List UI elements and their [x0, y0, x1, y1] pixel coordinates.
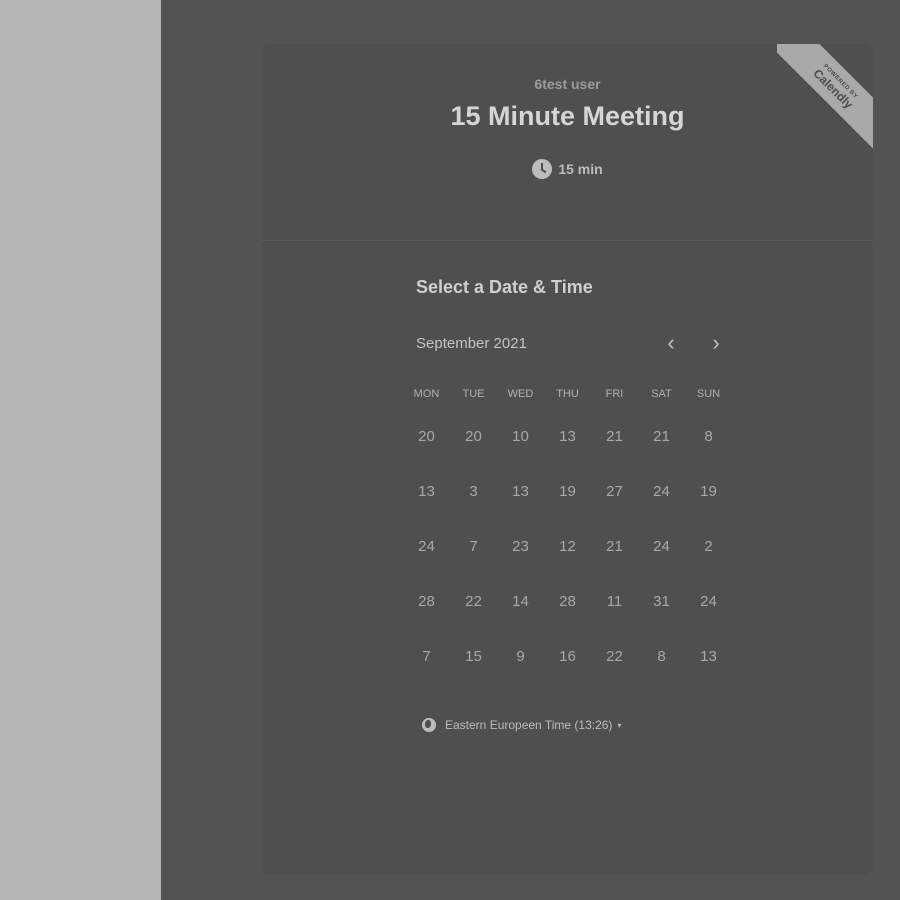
calendar-day[interactable]: 16 — [544, 636, 591, 676]
chevron-left-icon: ‹ — [667, 330, 675, 355]
calendar-day[interactable]: 13 — [497, 471, 544, 511]
weekday-header: MON TUE WED THU FRI SAT SUN — [403, 388, 732, 400]
calendar-day[interactable]: 11 — [591, 581, 638, 621]
calendar-day[interactable]: 19 — [544, 471, 591, 511]
calendar-day[interactable]: 9 — [497, 636, 544, 676]
calendar-week: 7 15 9 16 22 8 13 — [403, 636, 732, 691]
weekday-label: SAT — [651, 388, 672, 400]
calendar-day[interactable]: 20 — [403, 416, 450, 456]
timezone-selector[interactable]: Eastern Europeen Time (13:26) ▾ — [422, 718, 621, 732]
calendar-week: 20 20 10 13 21 21 8 — [403, 416, 732, 471]
duration-label: 15 min — [558, 161, 603, 177]
calendar-day[interactable]: 19 — [685, 471, 732, 511]
prev-month-button[interactable]: ‹ — [658, 330, 684, 356]
calendar-day[interactable]: 24 — [638, 526, 685, 566]
calendar-day[interactable]: 21 — [591, 416, 638, 456]
weekday-label: SUN — [696, 388, 721, 400]
calendar-day[interactable]: 3 — [450, 471, 497, 511]
calendar-day[interactable]: 13 — [544, 416, 591, 456]
calendar-day[interactable]: 14 — [497, 581, 544, 621]
weekday-label: WED — [507, 388, 534, 400]
timezone-label: Eastern Europeen Time (13:26) — [445, 718, 613, 732]
calendar-grid: 20 20 10 13 21 21 8 13 3 13 19 27 24 19 … — [403, 416, 732, 691]
calendar-day[interactable]: 13 — [685, 636, 732, 676]
calendar-day[interactable]: 27 — [591, 471, 638, 511]
calendar-day[interactable]: 23 — [497, 526, 544, 566]
next-month-button[interactable]: › — [703, 330, 729, 356]
calendar-day[interactable]: 22 — [450, 581, 497, 621]
calendar-week: 13 3 13 19 27 24 19 — [403, 471, 732, 526]
calendar-day[interactable]: 21 — [591, 526, 638, 566]
chevron-right-icon: › — [712, 330, 720, 355]
weekday-label: MON — [413, 388, 440, 400]
calendar-day[interactable]: 12 — [544, 526, 591, 566]
booking-card: 6test user 15 Minute Meeting 15 min POWE… — [262, 44, 873, 875]
calendar-day[interactable]: 7 — [450, 526, 497, 566]
left-panel — [0, 0, 161, 900]
calendar-day[interactable]: 24 — [638, 471, 685, 511]
calendar-week: 24 7 23 12 21 24 2 — [403, 526, 732, 581]
month-label: September 2021 — [416, 335, 527, 352]
calendar-day[interactable]: 24 — [685, 581, 732, 621]
caret-down-icon: ▾ — [617, 720, 622, 730]
weekday-label: THU — [556, 388, 579, 400]
event-duration: 15 min — [262, 159, 873, 179]
calendar-day[interactable]: 8 — [638, 636, 685, 676]
calendar-day[interactable]: 10 — [497, 416, 544, 456]
globe-icon — [422, 718, 436, 732]
calendar-day[interactable]: 13 — [403, 471, 450, 511]
calendar-day[interactable]: 2 — [685, 526, 732, 566]
calendar-day[interactable]: 15 — [450, 636, 497, 676]
calendar-day[interactable]: 8 — [685, 416, 732, 456]
weekday-label: TUE — [462, 388, 485, 400]
calendar-week: 28 22 14 28 11 31 24 — [403, 581, 732, 636]
weekday-label: FRI — [605, 388, 624, 400]
calendar-day[interactable]: 22 — [591, 636, 638, 676]
calendar-day[interactable]: 28 — [403, 581, 450, 621]
calendar-day[interactable]: 31 — [638, 581, 685, 621]
calendar-day[interactable]: 7 — [403, 636, 450, 676]
calendar-day[interactable]: 28 — [544, 581, 591, 621]
clock-icon — [532, 159, 553, 179]
section-title: Select a Date & Time — [416, 277, 593, 297]
ribbon-badge[interactable]: POWERED BY Calendly — [777, 44, 873, 150]
calendar-day[interactable]: 20 — [450, 416, 497, 456]
calendar-day[interactable]: 21 — [638, 416, 685, 456]
calendar-day[interactable]: 24 — [403, 526, 450, 566]
powered-by-ribbon[interactable]: POWERED BY Calendly — [777, 44, 873, 150]
